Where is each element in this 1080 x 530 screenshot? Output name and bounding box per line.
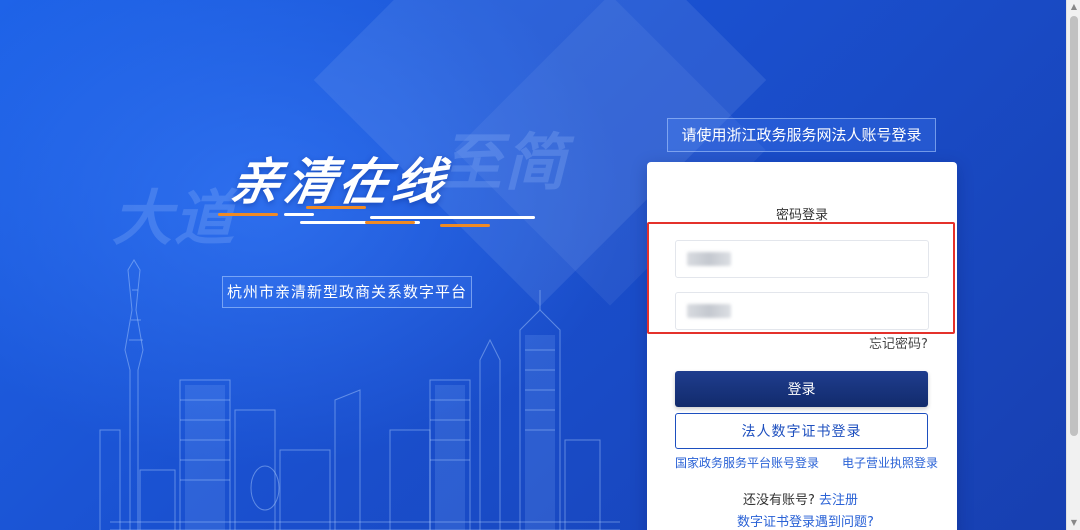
username-redacted-value bbox=[687, 252, 731, 266]
scrollbar-thumb[interactable] bbox=[1070, 16, 1078, 436]
login-button[interactable]: 登录 bbox=[675, 371, 928, 407]
brand-logo: 亲清在线 bbox=[200, 140, 550, 240]
national-platform-login-link[interactable]: 国家政务服务平台账号登录 bbox=[675, 454, 819, 471]
page-background: 大道 至简 亲清在线 杭州市亲清新型政商关系数字平台 请使用浙江政务服务网法人账… bbox=[0, 0, 1080, 530]
login-card: 密码登录 忘记密码? 登录 法人数字证书登录 国家政务服务平台账号登录 电子营业… bbox=[647, 162, 957, 530]
register-link[interactable]: 去注册 bbox=[819, 493, 858, 508]
password-redacted-value bbox=[687, 304, 731, 318]
login-hint-banner: 请使用浙江政务服务网法人账号登录 bbox=[667, 118, 936, 152]
triangle-up-icon[interactable]: ▲ bbox=[1067, 0, 1080, 14]
logo-orange-stripe bbox=[306, 206, 366, 209]
logo-white-stripe bbox=[370, 216, 535, 219]
triangle-down-icon[interactable]: ▼ bbox=[1067, 516, 1080, 530]
no-account-prompt: 还没有账号? 去注册 bbox=[743, 489, 858, 508]
city-skyline-illustration bbox=[99, 259, 620, 530]
brand-logo-text: 亲清在线 bbox=[226, 153, 453, 211]
password-login-tab[interactable]: 密码登录 bbox=[647, 204, 957, 223]
cert-problem-link[interactable]: 数字证书登录遇到问题? bbox=[737, 511, 874, 530]
logo-orange-stripe bbox=[440, 224, 490, 227]
no-account-text: 还没有账号? bbox=[743, 493, 815, 508]
forgot-password-link[interactable]: 忘记密码? bbox=[869, 333, 928, 352]
platform-subtitle: 杭州市亲清新型政商关系数字平台 bbox=[222, 276, 472, 308]
logo-white-stripe bbox=[284, 213, 314, 216]
business-license-login-link[interactable]: 电子营业执照登录 bbox=[842, 454, 938, 471]
logo-orange-stripe bbox=[218, 213, 278, 216]
vertical-scrollbar[interactable]: ▲ ▼ bbox=[1066, 0, 1080, 530]
cert-login-button[interactable]: 法人数字证书登录 bbox=[675, 413, 928, 449]
logo-orange-stripe bbox=[365, 221, 415, 224]
